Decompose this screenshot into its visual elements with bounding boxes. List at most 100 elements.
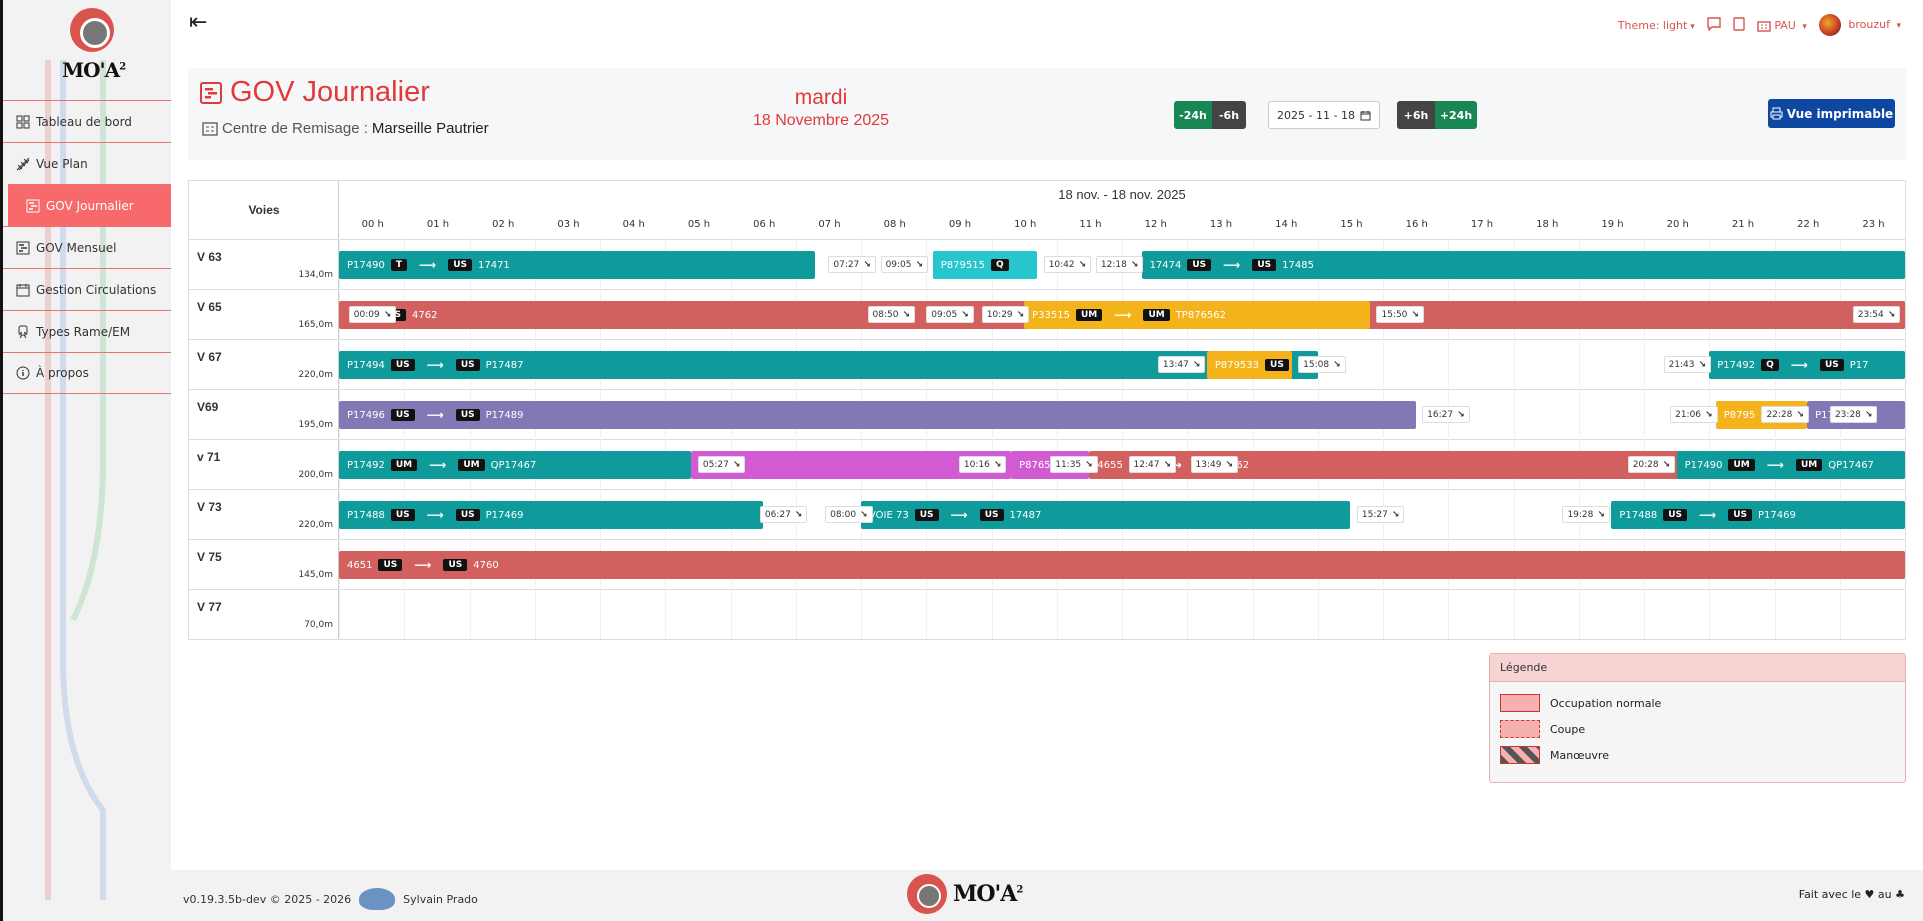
sidebar: MO'A2 Tableau de bord Vue Plan GOV Journal… bbox=[0, 0, 171, 921]
hour-tick-label: 16 h bbox=[1405, 219, 1428, 230]
train-from: P17492 bbox=[1717, 359, 1756, 371]
theme-dropdown[interactable]: Theme: light bbox=[1618, 19, 1695, 32]
time-label[interactable]: 12:18 ↘ bbox=[1095, 256, 1144, 273]
time-label[interactable]: 00:09 ↘ bbox=[348, 306, 397, 323]
track-length: 200,0m bbox=[298, 470, 333, 480]
sidebar-item-à-propos[interactable]: À propos bbox=[3, 352, 171, 394]
hour-tick-label: 12 h bbox=[1144, 219, 1167, 230]
sidebar-item-tableau-de-bord[interactable]: Tableau de bord bbox=[3, 100, 171, 142]
time-label[interactable]: 23:54 ↘ bbox=[1852, 306, 1901, 323]
composition-badge: US bbox=[1663, 509, 1688, 521]
legend-swatch-manoeuvre bbox=[1500, 746, 1540, 764]
sidebar-item-gov-journalier[interactable]: GOV Journalier bbox=[8, 184, 171, 226]
minus-6h-button[interactable]: -6h bbox=[1212, 101, 1246, 129]
time-text: 15:08 bbox=[1303, 359, 1330, 370]
time-text: 22:28 bbox=[1766, 409, 1793, 420]
time-label[interactable]: 10:16 ↘ bbox=[958, 456, 1007, 473]
arrow-down-right-icon: ↘ bbox=[863, 259, 871, 270]
occupation-bar[interactable]: P17490 T ⟶ US 17471 bbox=[339, 251, 816, 279]
plus-6h-button[interactable]: +6h bbox=[1397, 101, 1435, 129]
train-from: P33515 bbox=[1032, 309, 1070, 321]
time-label[interactable]: 10:29 ↘ bbox=[981, 306, 1030, 323]
legend-swatch-normal bbox=[1500, 694, 1540, 712]
time-label[interactable]: 09:05 ↘ bbox=[880, 256, 929, 273]
arrow-down-right-icon: ↘ bbox=[732, 459, 741, 470]
train-to: 4760 bbox=[473, 559, 499, 571]
time-label[interactable]: 13:47 ↘ bbox=[1157, 356, 1206, 373]
sidebar-item-gov-mensuel[interactable]: GOV Mensuel bbox=[3, 226, 171, 268]
plus-24h-button[interactable]: +24h bbox=[1435, 101, 1477, 129]
building-icon bbox=[202, 121, 218, 136]
time-text: 16:27 bbox=[1427, 409, 1454, 420]
time-label[interactable]: 20:28 ↘ bbox=[1627, 456, 1676, 473]
time-label[interactable]: 16:27 ↘ bbox=[1422, 406, 1470, 423]
collapse-sidebar-icon[interactable]: ⇤ bbox=[189, 12, 213, 36]
arrow-down-right-icon: ↘ bbox=[1887, 309, 1896, 320]
time-label[interactable]: 19:28 ↘ bbox=[1562, 506, 1610, 523]
voies-header: Voies bbox=[248, 203, 280, 217]
occupation-bar[interactable]: P879533 US bbox=[1206, 351, 1292, 379]
arrow-down-right-icon: ↘ bbox=[961, 309, 969, 320]
tablet-icon[interactable] bbox=[1733, 16, 1745, 34]
occupation-bar[interactable]: VOIE 73 US ⟶ US 17487 bbox=[861, 501, 1351, 529]
occupation-bar[interactable]: P879515 Q bbox=[932, 251, 1038, 279]
track-length: 134,0m bbox=[298, 270, 333, 280]
site-dropdown[interactable]: PAU bbox=[1757, 19, 1807, 32]
app-logo[interactable]: MO'A2 bbox=[58, 8, 128, 86]
sidebar-item-label: Types Rame/EM bbox=[36, 324, 131, 339]
time-label[interactable]: 12:47 ↘ bbox=[1128, 456, 1176, 473]
arrow-icon: ⟶ bbox=[950, 508, 968, 522]
hour-tick-label: 22 h bbox=[1797, 219, 1820, 230]
track-length: 70,0m bbox=[304, 620, 333, 630]
avatar bbox=[1818, 14, 1841, 36]
composition-badge: US bbox=[448, 259, 472, 271]
time-text: 21:43 bbox=[1668, 359, 1695, 370]
messages-icon[interactable] bbox=[1707, 16, 1721, 34]
train-to: 17487 bbox=[1009, 509, 1042, 521]
time-label[interactable]: 21:06 ↘ bbox=[1670, 406, 1718, 423]
arrow-down-right-icon: ↘ bbox=[1698, 359, 1707, 370]
time-label[interactable]: 05:27 ↘ bbox=[697, 456, 746, 473]
occupation-bar[interactable]: P33515 UM ⟶ UM TP876562 bbox=[1024, 301, 1370, 329]
occupation-bar[interactable]: P17490 UM ⟶ UM QP17467 bbox=[1676, 451, 1905, 479]
author-link[interactable]: Sylvain Prado bbox=[403, 893, 478, 906]
occupation-bar[interactable]: P17496 US ⟶ US P17489 bbox=[339, 401, 1416, 429]
time-label[interactable]: 11:35 ↘ bbox=[1050, 456, 1098, 473]
hour-tick-label: 07 h bbox=[818, 219, 841, 230]
composition-badge: US bbox=[455, 509, 480, 521]
sidebar-item-gestion-circulations[interactable]: Gestion Circulations bbox=[3, 268, 171, 310]
minus-24h-button[interactable]: -24h bbox=[1174, 101, 1212, 129]
date-picker-input[interactable]: 2025 - 11 - 18 bbox=[1268, 101, 1380, 129]
time-label[interactable]: 22:28 ↘ bbox=[1761, 406, 1809, 423]
train-to: P17489 bbox=[485, 409, 524, 421]
time-label[interactable]: 23:28 ↘ bbox=[1829, 406, 1878, 423]
occupation-bar[interactable]: 4651 US ⟶ US 4760 bbox=[339, 551, 1905, 579]
time-label[interactable]: 06:27 ↘ bbox=[759, 506, 808, 523]
sidebar-item-vue-plan[interactable]: Vue Plan bbox=[3, 142, 171, 184]
occupation-bar[interactable]: 17474 US ⟶ US 17485 bbox=[1141, 251, 1905, 279]
sidebar-item-types-rame-em[interactable]: Types Rame/EM bbox=[3, 310, 171, 352]
arrow-down-right-icon: ↘ bbox=[1457, 409, 1465, 420]
time-text: 10:42 bbox=[1048, 259, 1075, 270]
time-label[interactable]: 15:50 ↘ bbox=[1376, 306, 1424, 323]
time-label[interactable]: 15:08 ↘ bbox=[1298, 356, 1346, 373]
occupation-bar[interactable]: P17492 UM ⟶ UM QP17467 bbox=[339, 451, 692, 479]
time-label[interactable]: 08:50 ↘ bbox=[867, 306, 915, 323]
occupation-bar[interactable]: P17488 US ⟶ US P17469 bbox=[1611, 501, 1905, 529]
time-label[interactable]: 07:27 ↘ bbox=[828, 256, 876, 273]
sidebar-item-label: GOV Mensuel bbox=[36, 240, 117, 255]
arrow-down-right-icon: ↘ bbox=[1864, 409, 1873, 420]
time-label[interactable]: 15:27 ↘ bbox=[1356, 506, 1405, 523]
hour-tick-label: 23 h bbox=[1862, 219, 1885, 230]
time-label[interactable]: 13:49 ↘ bbox=[1190, 456, 1238, 473]
time-label[interactable]: 08:00 ↘ bbox=[825, 506, 873, 523]
time-label[interactable]: 09:05 ↘ bbox=[926, 306, 974, 323]
hour-tick-label: 09 h bbox=[948, 219, 972, 230]
time-label[interactable]: 10:42 ↘ bbox=[1043, 256, 1092, 273]
occupation-bar[interactable]: P17492 Q ⟶ US P17 bbox=[1709, 351, 1905, 379]
hour-tick-label: 10 h bbox=[1014, 219, 1037, 230]
print-view-button[interactable]: Vue imprimable bbox=[1768, 99, 1895, 128]
time-label[interactable]: 21:43 ↘ bbox=[1663, 356, 1712, 373]
user-menu[interactable]: brouzuf bbox=[1818, 14, 1901, 36]
occupation-bar[interactable]: P17488 US ⟶ US P17469 bbox=[339, 501, 764, 529]
